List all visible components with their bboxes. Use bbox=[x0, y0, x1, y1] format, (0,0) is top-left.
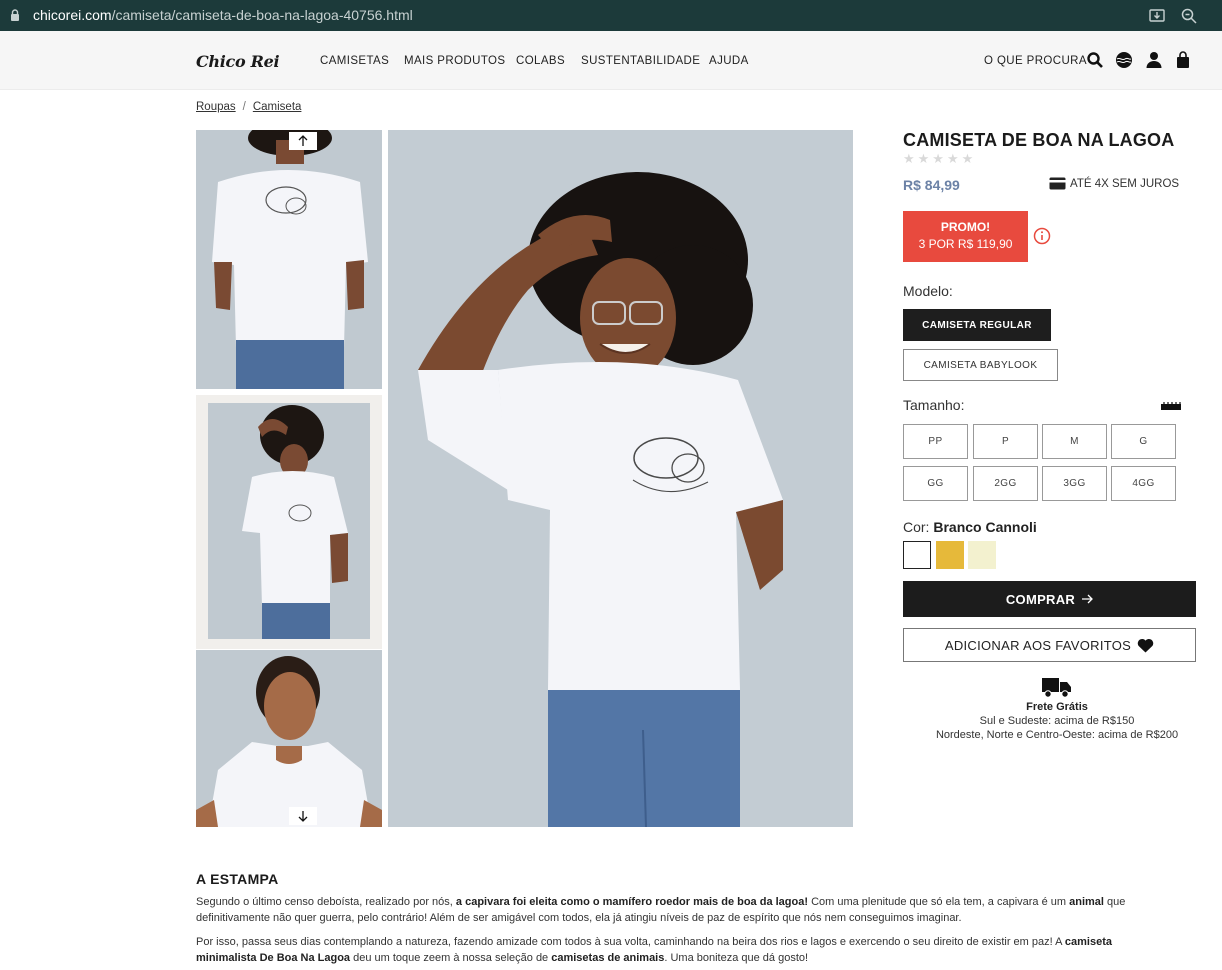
zoom-icon[interactable] bbox=[1180, 7, 1198, 25]
product-price: R$ 84,99 bbox=[903, 177, 960, 193]
main-product-image[interactable] bbox=[388, 130, 853, 827]
breadcrumb-roupas[interactable]: Roupas bbox=[196, 101, 236, 113]
size-guide-ruler-icon[interactable] bbox=[1161, 402, 1181, 410]
size-4gg-button[interactable]: 4GG bbox=[1111, 466, 1176, 501]
shipping-info: Frete Grátis Sul e Sudeste: acima de R$1… bbox=[903, 676, 1211, 742]
model-photo bbox=[196, 130, 382, 389]
nav-ajuda[interactable]: AJUDA bbox=[709, 55, 749, 67]
site-logo[interactable]: Chico Rei bbox=[196, 52, 280, 71]
size-pp-button[interactable]: PP bbox=[903, 424, 968, 459]
add-to-favorites-button[interactable]: ADICIONAR AOS FAVORITOS bbox=[903, 628, 1196, 662]
thumbnail-1[interactable] bbox=[196, 130, 382, 389]
favorites-button-label: ADICIONAR AOS FAVORITOS bbox=[944, 637, 1132, 653]
desc-highlight: a capivara foi eleita como o mamífero ro… bbox=[455, 896, 809, 908]
thumbnails-scroll-up-button[interactable] bbox=[289, 132, 317, 150]
color-swatch-creme[interactable] bbox=[968, 541, 996, 569]
arrow-down-icon bbox=[298, 811, 308, 822]
info-icon[interactable] bbox=[1033, 227, 1051, 245]
color-swatch-amarelo[interactable] bbox=[936, 541, 964, 569]
desc-text: Segundo o último censo deboísta, realiza… bbox=[196, 896, 456, 908]
shipping-title: Frete Grátis bbox=[1026, 701, 1088, 713]
color-selected-name: Branco Cannoli bbox=[933, 519, 1037, 535]
size-gg-button[interactable]: GG bbox=[903, 466, 968, 501]
search-label[interactable]: O QUE PROCURA bbox=[984, 55, 1087, 67]
desc-text: Com uma plenitude que só ela tem, a capi… bbox=[808, 896, 1070, 908]
url-host: chicorei.com bbox=[33, 7, 112, 23]
buy-button[interactable]: COMPRAR bbox=[903, 581, 1196, 617]
size-g-button[interactable]: G bbox=[1111, 424, 1176, 459]
thumbnail-3[interactable] bbox=[196, 650, 382, 827]
shipping-line-1: Sul e Sudeste: acima de R$150 bbox=[979, 715, 1135, 727]
site-header: Chico Rei CAMISETAS MAIS PRODUTOS COLABS… bbox=[0, 31, 1222, 90]
install-app-icon[interactable] bbox=[1148, 7, 1166, 25]
url-text[interactable]: chicorei.com/camiseta/camiseta-de-boa-na… bbox=[33, 7, 413, 23]
model-photo bbox=[208, 403, 370, 639]
nav-colabs[interactable]: COLABS bbox=[516, 55, 565, 67]
rating-stars[interactable]: ★★★★★ bbox=[903, 151, 976, 167]
model-photo bbox=[388, 130, 853, 827]
thumbnail-2-selected[interactable] bbox=[196, 395, 382, 649]
nav-sustentabilidade[interactable]: SUSTENTABILIDADE bbox=[581, 55, 700, 67]
desc-text: deu um toque zeem à nossa seleção de bbox=[350, 952, 552, 964]
color-label-prefix: Cor: bbox=[903, 519, 930, 535]
thumbnails-scroll-down-button[interactable] bbox=[289, 807, 317, 825]
promo-badge[interactable]: PROMO! 3 POR R$ 119,90 bbox=[903, 211, 1028, 262]
promo-offer: 3 POR R$ 119,90 bbox=[918, 237, 1013, 251]
sustainability-globe-icon[interactable] bbox=[1115, 51, 1133, 69]
nav-mais-produtos[interactable]: MAIS PRODUTOS bbox=[404, 55, 505, 67]
description-paragraph-2: Por isso, passa seus dias contemplando a… bbox=[196, 934, 1156, 966]
browser-address-bar[interactable]: chicorei.com/camiseta/camiseta-de-boa-na… bbox=[0, 0, 1222, 31]
heart-icon bbox=[1137, 638, 1154, 652]
nav-camisetas[interactable]: CAMISETAS bbox=[320, 55, 389, 67]
description-paragraph-1: Segundo o último censo deboísta, realiza… bbox=[196, 894, 1156, 926]
desc-text: Por isso, passa seus dias contemplando a… bbox=[196, 936, 1065, 948]
color-swatch-branco[interactable] bbox=[903, 541, 931, 569]
thumbnail-gallery bbox=[196, 130, 382, 827]
arrow-right-icon bbox=[1082, 594, 1094, 604]
model-regular-button[interactable]: CAMISETA REGULAR bbox=[903, 309, 1051, 341]
model-label: Modelo: bbox=[903, 283, 953, 299]
lock-icon bbox=[11, 9, 19, 21]
breadcrumb-separator: / bbox=[242, 101, 246, 113]
model-photo bbox=[196, 650, 382, 827]
description-title: A ESTAMPA bbox=[196, 871, 279, 887]
installments-text: ATÉ 4X SEM JUROS bbox=[1070, 177, 1180, 190]
color-label: Cor: Branco Cannoli bbox=[903, 519, 1037, 535]
account-icon[interactable] bbox=[1145, 51, 1163, 69]
installments-info: ATÉ 4X SEM JUROS bbox=[1049, 177, 1179, 190]
desc-text: . Uma boniteza que dá gosto! bbox=[664, 952, 809, 964]
desc-highlight: camisetas de animais bbox=[551, 952, 665, 964]
size-3gg-button[interactable]: 3GG bbox=[1042, 466, 1107, 501]
model-babylook-button[interactable]: CAMISETA BABYLOOK bbox=[903, 349, 1058, 381]
truck-icon bbox=[1042, 678, 1071, 698]
size-m-button[interactable]: M bbox=[1042, 424, 1107, 459]
size-2gg-button[interactable]: 2GG bbox=[973, 466, 1038, 501]
breadcrumb: Roupas / Camiseta bbox=[196, 101, 301, 113]
buy-button-label: COMPRAR bbox=[1005, 591, 1076, 607]
credit-card-icon bbox=[1049, 177, 1066, 190]
desc-highlight: animal bbox=[1069, 896, 1104, 908]
size-label: Tamanho: bbox=[903, 397, 965, 413]
size-p-button[interactable]: P bbox=[973, 424, 1038, 459]
product-title: CAMISETA DE BOA NA LAGOA bbox=[903, 130, 1175, 150]
promo-title: PROMO! bbox=[940, 220, 991, 234]
breadcrumb-camiseta[interactable]: Camiseta bbox=[253, 101, 302, 113]
cart-bag-icon[interactable] bbox=[1174, 51, 1192, 69]
search-icon[interactable] bbox=[1086, 51, 1104, 69]
url-path: /camiseta/camiseta-de-boa-na-lagoa-40756… bbox=[111, 7, 413, 23]
arrow-up-icon bbox=[298, 135, 308, 146]
shipping-line-2: Nordeste, Norte e Centro-Oeste: acima de… bbox=[935, 729, 1179, 741]
